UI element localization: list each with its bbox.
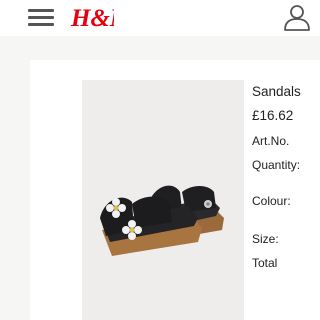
svg-text:H&M: H&M <box>70 5 114 32</box>
colour-label: Colour: <box>252 194 291 208</box>
quantity-label: Quantity: <box>252 158 301 172</box>
top-bar: H&M <box>0 0 320 36</box>
art-no-label: Art.No. <box>252 134 290 148</box>
hamburger-menu-icon[interactable] <box>28 6 56 28</box>
product-image[interactable] <box>82 80 244 320</box>
total-label: Total <box>252 256 278 270</box>
product-name: Sandals <box>252 84 301 99</box>
size-label: Size: <box>252 232 279 246</box>
hm-logo[interactable]: H&M <box>70 2 114 32</box>
sandals-illustration <box>100 185 224 256</box>
product-price: £16.62 <box>252 108 294 123</box>
user-account-icon[interactable] <box>282 2 312 32</box>
